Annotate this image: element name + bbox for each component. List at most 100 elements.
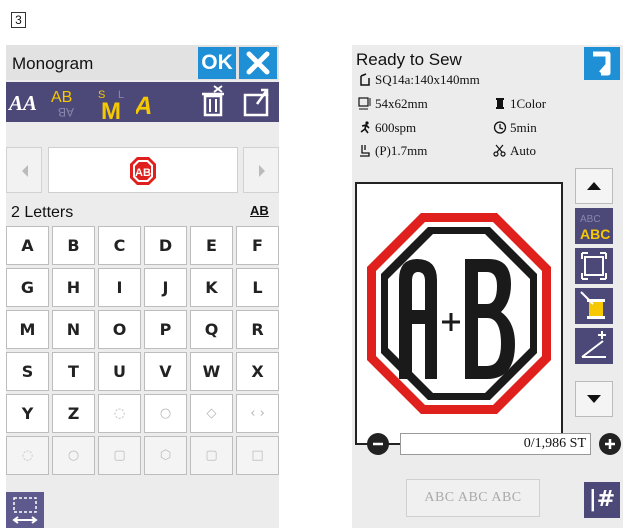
jump-stitch-button[interactable]: |#: [584, 482, 620, 518]
size-select-button[interactable]: S M L: [92, 82, 129, 122]
key-s[interactable]: S: [6, 352, 49, 391]
monogram-panel: Monogram OK AA AB AB S M L A AB 2 Letter…: [6, 45, 279, 528]
svg-text:M: M: [101, 98, 121, 122]
close-icon: [246, 51, 270, 75]
key-symbol: ◌: [6, 436, 49, 475]
back-button[interactable]: [584, 47, 620, 80]
key-i[interactable]: I: [98, 268, 141, 307]
font-aa-icon: AA: [7, 91, 37, 115]
key-l[interactable]: L: [236, 268, 279, 307]
color-value: 1Color: [510, 96, 547, 111]
key-y[interactable]: Y: [6, 394, 49, 433]
monogram-title: Monogram: [12, 54, 94, 73]
spool-needle-icon: [580, 291, 605, 319]
trace-button[interactable]: [575, 248, 613, 284]
scroll-up-button[interactable]: [575, 168, 613, 204]
case-toggle-button[interactable]: AB: [250, 203, 269, 218]
monogram-toolbar: AA AB AB S M L A: [6, 82, 279, 122]
triangle-down-icon: [587, 395, 601, 403]
stitch-minus-button[interactable]: [367, 433, 389, 455]
size-m-icon: S M L: [98, 89, 124, 122]
key-o[interactable]: O: [98, 310, 141, 349]
key-c[interactable]: C: [98, 226, 141, 265]
key-w[interactable]: W: [190, 352, 233, 391]
key-symbol[interactable]: ‹ ›: [236, 394, 279, 433]
key-n[interactable]: N: [52, 310, 95, 349]
minus-icon: [373, 442, 383, 446]
speed-value: 600spm: [375, 120, 417, 135]
time-info: 5min: [493, 120, 537, 136]
key-q[interactable]: Q: [190, 310, 233, 349]
style-select-button[interactable]: A: [136, 82, 173, 122]
ready-title: Ready to Sew: [356, 50, 462, 69]
running-icon: [360, 121, 370, 134]
svg-text:ABC: ABC: [580, 214, 601, 225]
color-info: 1Color: [493, 96, 546, 112]
key-d[interactable]: D: [144, 226, 187, 265]
hoop-value: SQ14a:140x140mm: [375, 72, 480, 87]
key-symbol: ▢: [98, 436, 141, 475]
key-g[interactable]: G: [6, 268, 49, 307]
key-t[interactable]: T: [52, 352, 95, 391]
stitch-plus-button[interactable]: [599, 433, 621, 455]
thread-color-button[interactable]: [575, 288, 613, 324]
key-j[interactable]: J: [144, 268, 187, 307]
key-z[interactable]: Z: [52, 394, 95, 433]
spacing-button[interactable]: [6, 492, 44, 528]
angle-button[interactable]: [575, 328, 613, 364]
thread-cut-value: Auto: [510, 143, 536, 158]
key-a[interactable]: A: [6, 226, 49, 265]
export-icon: [243, 88, 269, 117]
key-u[interactable]: U: [98, 352, 141, 391]
key-symbol[interactable]: ◇: [190, 394, 233, 433]
key-f[interactable]: F: [236, 226, 279, 265]
export-button[interactable]: [240, 82, 277, 122]
abc-sequence-button[interactable]: ABC ABC ABC: [406, 479, 540, 517]
key-p[interactable]: P: [144, 310, 187, 349]
svg-text:AA: AA: [7, 91, 37, 115]
delete-button[interactable]: [196, 82, 233, 122]
step-number-badge: 3: [11, 12, 26, 28]
scroll-down-button[interactable]: [575, 381, 613, 417]
size-icon: [358, 97, 371, 110]
trace-frame-icon: [581, 252, 607, 280]
preview-row: AB: [6, 147, 279, 193]
ab-vertical-icon: AB AB: [51, 89, 74, 119]
prev-button[interactable]: [6, 147, 42, 193]
key-b[interactable]: B: [52, 226, 95, 265]
thread-cut-info: Auto: [493, 143, 536, 159]
time-value: 5min: [510, 120, 537, 135]
key-symbol[interactable]: ◌: [98, 394, 141, 433]
svg-text:A: A: [136, 92, 156, 120]
triangle-up-icon: [587, 182, 601, 190]
spool-icon: [496, 98, 504, 109]
key-x[interactable]: X: [236, 352, 279, 391]
trash-icon: [202, 85, 224, 117]
key-h[interactable]: H: [52, 268, 95, 307]
key-r[interactable]: R: [236, 310, 279, 349]
chevron-left-icon: [22, 165, 28, 177]
monogram-header: Monogram OK: [6, 45, 279, 80]
clock-icon: [493, 121, 507, 134]
stitch-counter: 0/1,986 ST: [367, 433, 621, 459]
ok-button[interactable]: OK: [198, 47, 236, 79]
letters-count: 2 Letters: [11, 204, 74, 221]
key-symbol[interactable]: ○: [144, 394, 187, 433]
next-button[interactable]: [243, 147, 279, 193]
key-m[interactable]: M: [6, 310, 49, 349]
color-change-button[interactable]: ABC ABC: [575, 208, 613, 244]
hoop-info: SQ14a:140x140mm: [358, 72, 480, 88]
font-select-button[interactable]: AA: [6, 82, 43, 122]
key-symbol: ▢: [190, 436, 233, 475]
vertical-layout-button[interactable]: AB AB: [48, 82, 85, 122]
monogram-preview: AB: [48, 147, 238, 193]
angle-plus-icon: [581, 331, 606, 358]
size-value: 54x62mm: [375, 96, 428, 111]
key-v[interactable]: V: [144, 352, 187, 391]
back-arrow-icon: [593, 51, 611, 76]
svg-text:AB: AB: [51, 89, 72, 106]
key-e[interactable]: E: [190, 226, 233, 265]
key-k[interactable]: K: [190, 268, 233, 307]
monogram-preview-graphic: AB: [130, 157, 156, 185]
close-button[interactable]: [239, 47, 277, 79]
